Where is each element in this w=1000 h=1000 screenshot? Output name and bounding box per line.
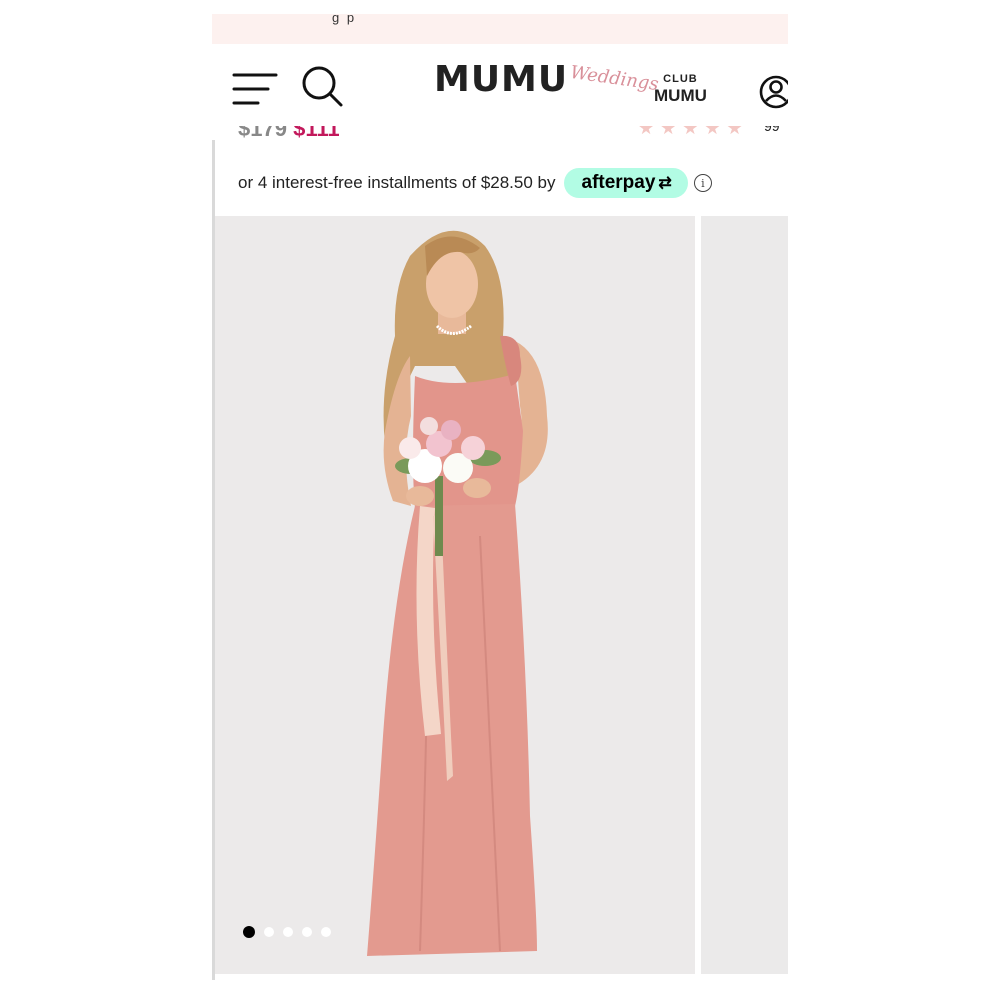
site-logo[interactable]: MUMU Weddings xyxy=(434,58,660,108)
afterpay-label: afterpay xyxy=(581,172,656,193)
product-image-main[interactable] xyxy=(215,216,695,974)
club-label: CLUB xyxy=(663,73,698,85)
promo-text: g p xyxy=(332,10,357,25)
account-icon[interactable] xyxy=(756,72,788,112)
info-glyph: i xyxy=(701,176,705,190)
pagination-dot[interactable] xyxy=(243,926,255,938)
rating-stars[interactable]: ★★★★★ xyxy=(638,126,749,139)
afterpay-arrows-icon: ⇄ xyxy=(658,175,672,192)
club-brand: MUMU xyxy=(654,86,707,105)
original-price: $179 xyxy=(238,126,287,141)
mobile-page: g p MUMU Weddings CLUB MUMU $179 $111 ★★… xyxy=(212,0,788,1000)
club-mumu-link[interactable]: CLUB MUMU xyxy=(654,73,707,105)
gallery-pagination xyxy=(243,926,331,938)
product-image-next-peek[interactable] xyxy=(701,216,788,974)
logo-weddings: Weddings xyxy=(569,61,660,96)
pagination-dot[interactable] xyxy=(283,927,293,937)
search-icon[interactable] xyxy=(300,64,344,108)
site-header: MUMU Weddings CLUB MUMU xyxy=(212,44,788,134)
installments-text: or 4 interest-free installments of $28.5… xyxy=(238,173,556,192)
afterpay-badge[interactable]: afterpay ⇄ xyxy=(563,168,688,198)
afterpay-installments: or 4 interest-free installments of $28.5… xyxy=(238,168,712,198)
price-rating-row: $179 $111 ★★★★★ 99 xyxy=(212,126,788,148)
sale-price: $111 xyxy=(293,126,340,141)
info-icon[interactable]: i xyxy=(693,174,712,192)
review-count[interactable]: 99 xyxy=(764,126,780,134)
model-photo xyxy=(367,230,548,956)
price-group: $179 $111 xyxy=(238,126,340,142)
pagination-dot[interactable] xyxy=(264,927,274,937)
product-image-gallery[interactable] xyxy=(215,216,788,974)
promo-banner[interactable]: g p xyxy=(212,10,788,44)
logo-brand: MUMU xyxy=(434,59,569,100)
pagination-dot[interactable] xyxy=(321,927,331,937)
menu-icon[interactable] xyxy=(232,72,278,106)
pagination-dot[interactable] xyxy=(302,927,312,937)
